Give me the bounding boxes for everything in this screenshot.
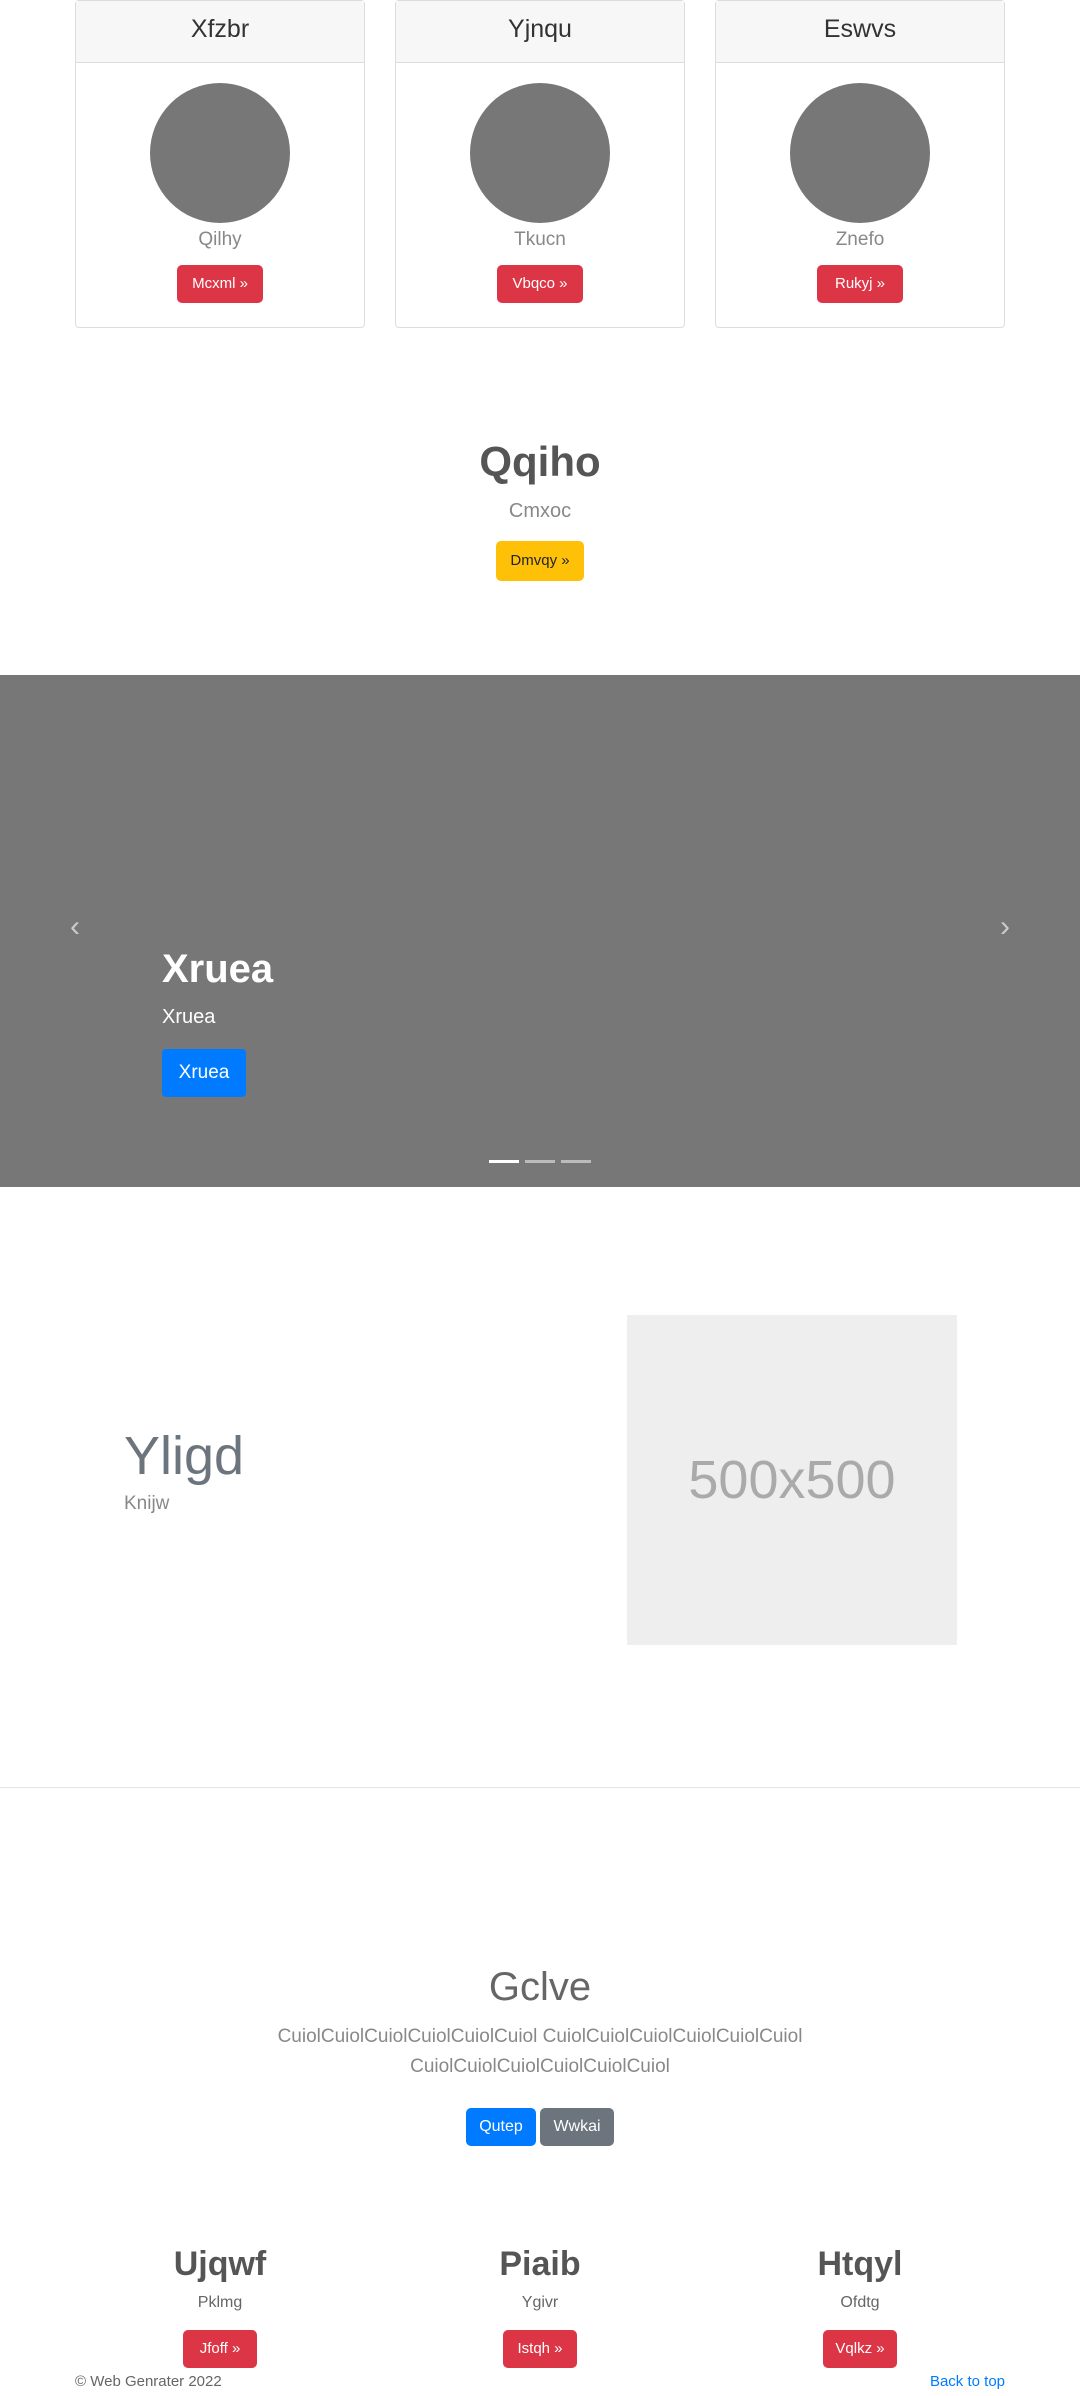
- back-to-top-link[interactable]: Back to top: [930, 2373, 1005, 2390]
- cta-title: Gclve: [488, 1965, 592, 2009]
- column: Ujqwf Pklmg Jfoff »: [100, 2245, 340, 2368]
- footer: © Web Genrater 2022 Back to top: [75, 2373, 1005, 2390]
- hero-button[interactable]: Dmvqy »: [496, 541, 584, 581]
- carousel-indicator[interactable]: [489, 1160, 519, 1163]
- cta-primary-button[interactable]: Qutep: [466, 2108, 536, 2146]
- carousel-indicator[interactable]: [525, 1160, 555, 1163]
- carousel-caption: Xruea Xruea Xruea: [162, 947, 273, 1097]
- card-title: Eswvs: [716, 1, 1004, 63]
- carousel-subtitle: Xruea: [162, 1006, 216, 1028]
- column-button[interactable]: Jfoff »: [183, 2330, 257, 2368]
- card: Eswvs Znefo Rukyj »: [715, 0, 1005, 328]
- column-subtitle: Pklmg: [197, 2294, 243, 2311]
- feature-title: Yligd: [124, 1426, 245, 1486]
- card-image: [470, 83, 610, 223]
- carousel-indicators: [0, 1160, 1080, 1163]
- footer-copyright: © Web Genrater 2022: [75, 2373, 222, 2390]
- feature-text: Yligd Knijw: [124, 1425, 244, 1515]
- card: Xfzbr Qilhy Mcxml »: [75, 0, 365, 328]
- column-button[interactable]: Vqlkz »: [823, 2330, 897, 2368]
- column-title: Htqyl: [817, 2245, 903, 2283]
- carousel-button[interactable]: Xruea: [162, 1049, 246, 1097]
- divider: [0, 1787, 1080, 1788]
- carousel-title: Xruea: [162, 947, 274, 991]
- hero-title: Qqiho: [479, 438, 601, 485]
- column-button[interactable]: Istqh »: [503, 2330, 577, 2368]
- card-image: [150, 83, 290, 223]
- carousel: ‹ › Xruea Xruea Xruea: [0, 675, 1080, 1187]
- card-title: Xfzbr: [76, 1, 364, 63]
- hero-section: Qqiho Cmxoc Dmvqy »: [0, 438, 1080, 581]
- hero-subtitle: Cmxoc: [508, 500, 572, 522]
- carousel-indicator[interactable]: [561, 1160, 591, 1163]
- chevron-left-icon[interactable]: ‹: [70, 910, 80, 944]
- cta-body: CuiolCuiolCuiolCuiolCuiolCuiol CuiolCuio…: [277, 2026, 803, 2077]
- feature-subtitle: Knijw: [124, 1493, 170, 1514]
- column: Piaib Ygivr Istqh »: [420, 2245, 660, 2368]
- chevron-right-icon[interactable]: ›: [1000, 910, 1010, 944]
- feature-section: Yligd Knijw 500x500: [0, 1315, 1080, 1645]
- cta-buttons: Qutep Wwkai: [0, 2108, 1080, 2146]
- card-row: Xfzbr Qilhy Mcxml » Yjnqu Tkucn Vbqco » …: [75, 0, 1005, 328]
- card-title: Yjnqu: [396, 1, 684, 63]
- card-button[interactable]: Vbqco »: [497, 265, 583, 303]
- placeholder-image: 500x500: [627, 1315, 957, 1645]
- card: Yjnqu Tkucn Vbqco »: [395, 0, 685, 328]
- column-title: Piaib: [499, 2245, 581, 2283]
- column: Htqyl Ofdtg Vqlkz »: [740, 2245, 980, 2368]
- column-subtitle: Ofdtg: [840, 2294, 880, 2311]
- column-title: Ujqwf: [173, 2245, 267, 2283]
- card-button[interactable]: Rukyj »: [817, 265, 903, 303]
- cta-section: Gclve CuiolCuiolCuiolCuiolCuiolCuiol Cui…: [0, 1965, 1080, 2146]
- column-subtitle: Ygivr: [521, 2294, 559, 2311]
- card-image: [790, 83, 930, 223]
- card-subtitle: Qilhy: [198, 229, 242, 250]
- card-subtitle: Znefo: [835, 229, 885, 250]
- cta-secondary-button[interactable]: Wwkai: [540, 2108, 614, 2146]
- card-button[interactable]: Mcxml »: [177, 265, 263, 303]
- card-subtitle: Tkucn: [514, 229, 566, 250]
